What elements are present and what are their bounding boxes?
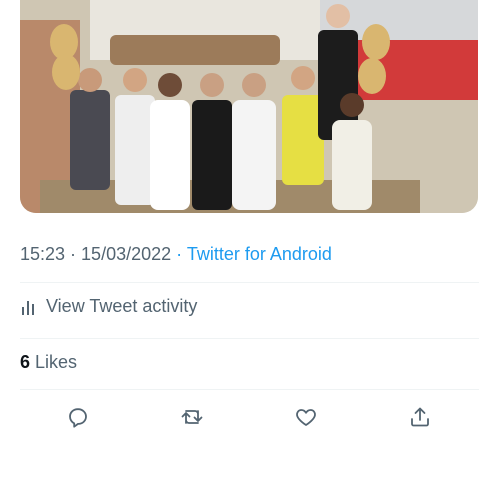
share-button[interactable] bbox=[405, 402, 435, 432]
likes-count-row[interactable]: 6 Likes bbox=[20, 352, 77, 373]
likes-label: Likes bbox=[30, 352, 78, 372]
likes-count: 6 bbox=[20, 352, 31, 372]
divider bbox=[20, 389, 479, 390]
retweet-button[interactable] bbox=[177, 402, 207, 432]
tweet-action-bar bbox=[0, 402, 499, 432]
divider bbox=[20, 282, 479, 283]
retweet-icon bbox=[181, 410, 203, 424]
tweet-source-link[interactable]: Twitter for Android bbox=[187, 244, 332, 264]
like-button[interactable] bbox=[291, 402, 321, 432]
heart-icon bbox=[296, 409, 316, 426]
reply-button[interactable] bbox=[63, 402, 93, 432]
tweet-time: 15:23 bbox=[20, 244, 66, 264]
meta-separator: · bbox=[65, 244, 82, 264]
photo-illustration bbox=[20, 0, 478, 213]
tweet-photo[interactable] bbox=[20, 0, 478, 213]
view-tweet-activity[interactable]: View Tweet activity bbox=[20, 296, 197, 317]
divider bbox=[20, 338, 479, 339]
reply-icon bbox=[69, 408, 87, 428]
chart-bars-icon bbox=[20, 298, 38, 316]
tweet-date: 15/03/2022 bbox=[81, 244, 172, 264]
meta-separator-source: · bbox=[171, 244, 187, 264]
share-icon bbox=[411, 407, 429, 427]
tweet-timestamp: 15:23 · 15/03/2022 · Twitter for Android bbox=[20, 244, 332, 265]
view-tweet-activity-label: View Tweet activity bbox=[46, 296, 198, 316]
